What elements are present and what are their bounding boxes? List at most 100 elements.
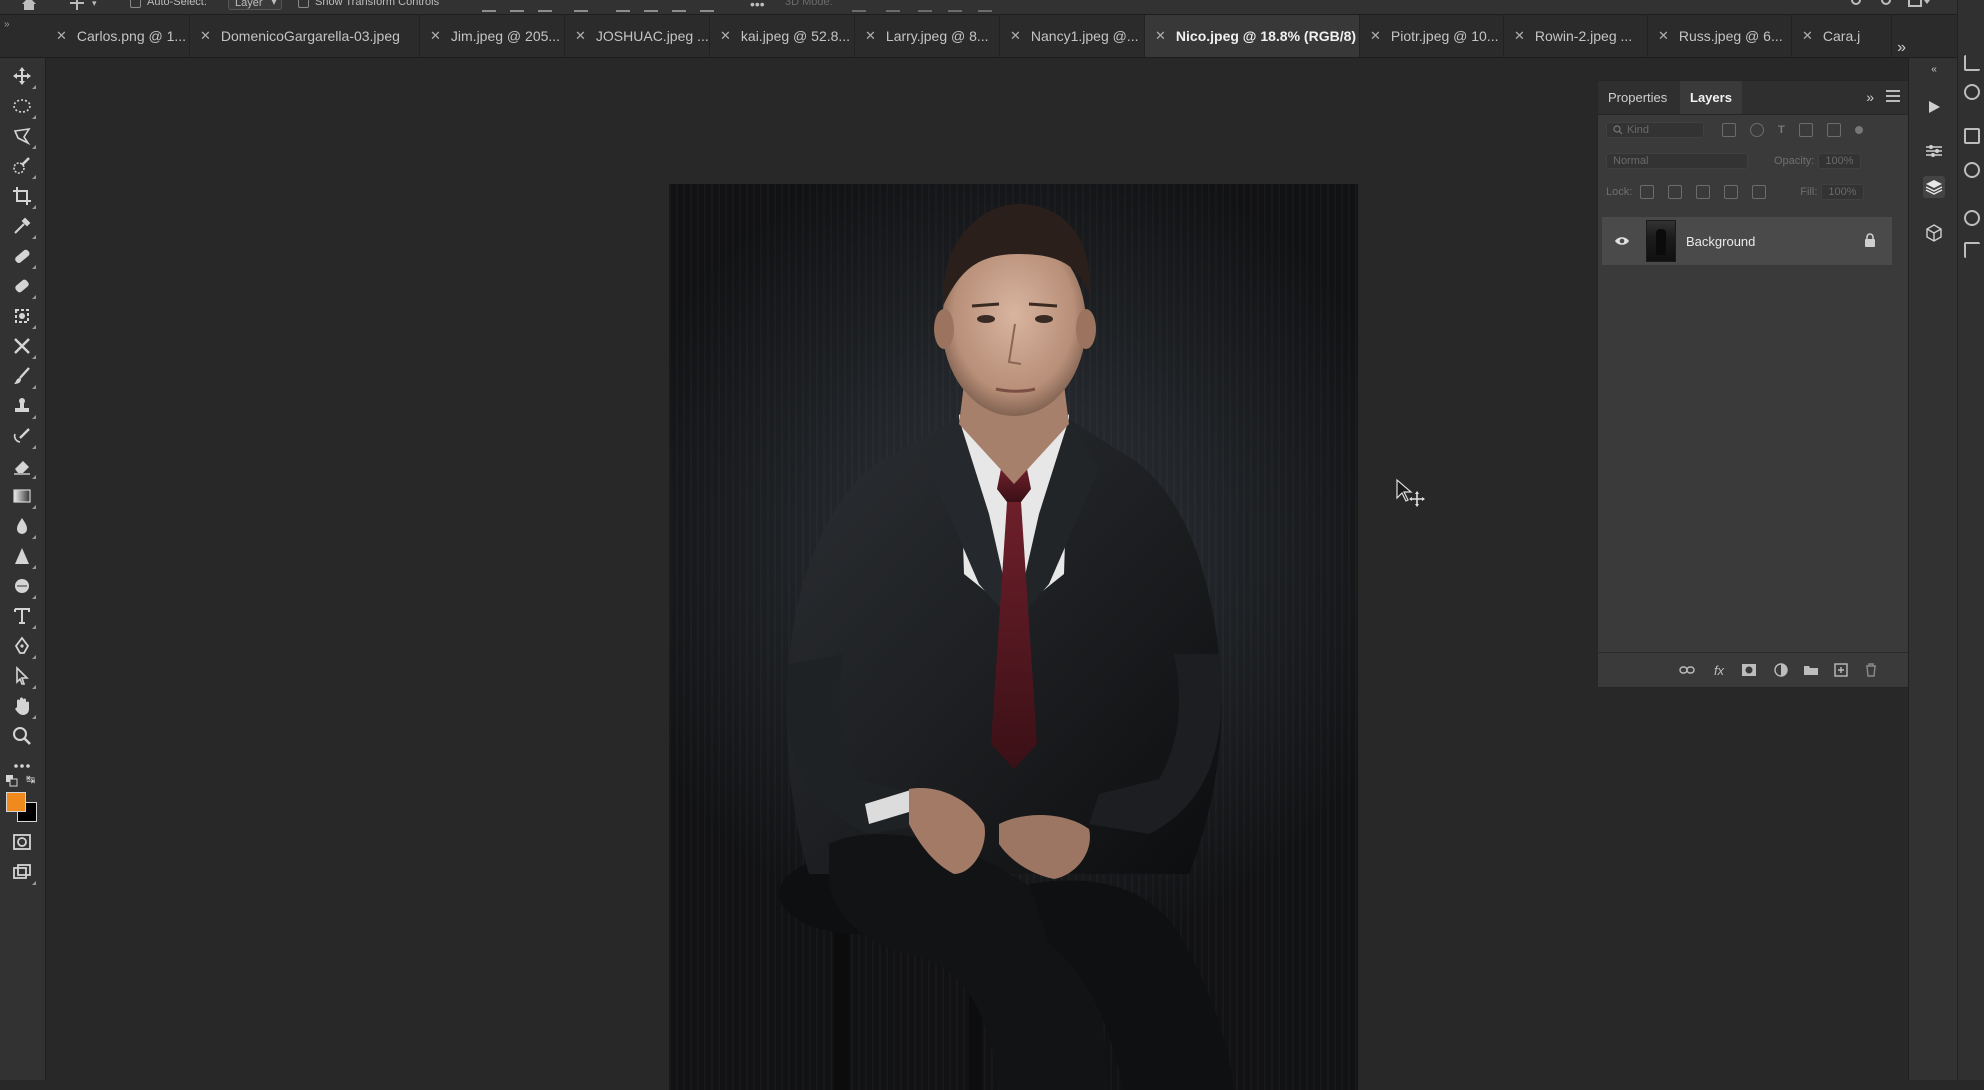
move-tool-icon[interactable] xyxy=(10,64,36,89)
document-tab[interactable]: ✕ Carlos.png @ 1... xyxy=(46,15,190,57)
3d-panel-icon[interactable] xyxy=(1923,222,1945,244)
document-tab[interactable]: ✕ Nico.jpeg @ 18.8% (RGB/8) xyxy=(1145,15,1360,57)
document-tab[interactable]: ✕ Larry.jpeg @ 8... xyxy=(855,15,1000,57)
close-tab-icon[interactable]: ✕ xyxy=(1370,28,1381,44)
patch-tool-icon[interactable] xyxy=(10,274,36,299)
adjustments-panel-icon[interactable] xyxy=(1923,140,1945,162)
dodge-tool-icon[interactable] xyxy=(10,574,36,599)
pen-tool-icon[interactable] xyxy=(10,634,36,659)
document-tab[interactable]: ✕ Russ.jpeg @ 6... xyxy=(1648,15,1792,57)
3d-scale-icon[interactable] xyxy=(978,0,992,12)
visibility-eye-icon[interactable] xyxy=(1614,233,1630,249)
close-tab-icon[interactable]: ✕ xyxy=(720,28,731,44)
document-tab[interactable]: ✕ Nancy1.jpeg @... xyxy=(1000,15,1145,57)
distribute-center-icon[interactable] xyxy=(644,0,658,12)
3d-slide-icon[interactable] xyxy=(948,0,962,12)
close-tab-icon[interactable]: ✕ xyxy=(1155,28,1166,44)
close-tab-icon[interactable]: ✕ xyxy=(1802,28,1813,44)
document-tab[interactable]: ✕ Cara.j xyxy=(1792,15,1892,57)
layers-panel-icon[interactable] xyxy=(1923,176,1945,198)
brush-tool-icon[interactable] xyxy=(10,364,36,389)
lock-transparent-icon[interactable] xyxy=(1640,185,1655,199)
fill-input[interactable]: 100% xyxy=(1821,184,1864,200)
eyedropper-tool-icon[interactable] xyxy=(10,214,36,239)
content-aware-tool-icon[interactable] xyxy=(10,304,36,329)
clone-stamp-tool-icon[interactable] xyxy=(10,394,36,419)
document-tab[interactable]: ✕ JOSHUAC.jpeg ... xyxy=(565,15,710,57)
filter-pixel-icon[interactable] xyxy=(1722,123,1736,137)
dock-collapse-icon[interactable]: « xyxy=(1923,58,1945,80)
document-tab[interactable]: ✕ Jim.jpeg @ 205... xyxy=(420,15,565,57)
workspace-icon[interactable] xyxy=(1908,0,1930,8)
quick-selection-tool-icon[interactable] xyxy=(10,154,36,179)
foreground-color-swatch[interactable] xyxy=(6,792,26,812)
tab-properties[interactable]: Properties xyxy=(1598,81,1677,114)
gradient-tool-icon[interactable] xyxy=(10,484,36,509)
close-tab-icon[interactable]: ✕ xyxy=(865,28,876,44)
align-left-icon[interactable] xyxy=(482,0,496,12)
layer-name[interactable]: Background xyxy=(1686,234,1755,249)
filter-kind-dropdown[interactable]: Kind xyxy=(1606,122,1704,138)
distribute-right-icon[interactable] xyxy=(672,0,686,12)
paths-panel-icon[interactable] xyxy=(1964,242,1980,258)
histogram-panel-icon[interactable] xyxy=(1964,55,1980,71)
distribute-left-icon[interactable] xyxy=(616,0,630,12)
document-tab[interactable]: ✕ Rowin-2.jpeg ... xyxy=(1504,15,1648,57)
close-tab-icon[interactable]: ✕ xyxy=(430,28,441,44)
close-tab-icon[interactable]: ✕ xyxy=(1010,28,1021,44)
link-layers-icon[interactable] xyxy=(1678,661,1696,679)
lock-all-icon[interactable] xyxy=(1752,185,1767,199)
properties-panel-icon[interactable] xyxy=(1964,128,1980,144)
marquee-tool-icon[interactable] xyxy=(10,94,36,119)
type-tool-icon[interactable] xyxy=(10,604,36,629)
filter-shape-icon[interactable] xyxy=(1798,123,1813,137)
home-icon[interactable] xyxy=(20,0,38,10)
screen-mode-icon[interactable] xyxy=(10,860,36,885)
sharpen-tool-icon[interactable] xyxy=(10,544,36,569)
history-brush-tool-icon[interactable] xyxy=(10,424,36,449)
share-icon[interactable] xyxy=(1848,0,1864,8)
align-right-icon[interactable] xyxy=(538,0,552,12)
3d-orbit-icon[interactable] xyxy=(852,0,866,12)
more-options-icon[interactable]: ••• xyxy=(750,0,765,12)
hand-tool-icon[interactable] xyxy=(10,694,36,719)
close-tab-icon[interactable]: ✕ xyxy=(1514,28,1525,44)
opacity-input[interactable]: 100% xyxy=(1818,153,1861,169)
close-tab-icon[interactable]: ✕ xyxy=(575,28,586,44)
quick-mask-icon[interactable] xyxy=(10,830,34,854)
move-tool-preset[interactable]: ▾ xyxy=(68,0,97,10)
more-tabs-icon[interactable]: » xyxy=(1897,39,1906,57)
crop-tool-icon[interactable] xyxy=(10,184,36,209)
swatches-panel-icon[interactable] xyxy=(1964,210,1980,226)
auto-select-dropdown[interactable]: Layer xyxy=(228,0,282,10)
actions-play-icon[interactable] xyxy=(1923,96,1945,118)
fx-icon[interactable]: fx xyxy=(1710,661,1728,679)
add-mask-icon[interactable] xyxy=(1740,661,1758,679)
layer-item-background[interactable]: Background xyxy=(1602,217,1892,265)
distribute-spacing-icon[interactable] xyxy=(700,0,714,12)
document-tab[interactable]: ✕ Piotr.jpeg @ 10... xyxy=(1360,15,1504,57)
transform-cross-tool-icon[interactable] xyxy=(10,334,36,359)
panel-collapse-icon[interactable]: » xyxy=(1866,89,1874,105)
document-tab[interactable]: ✕ kai.jpeg @ 52.8... xyxy=(710,15,855,57)
lock-image-icon[interactable] xyxy=(1668,185,1683,199)
color-panel-icon[interactable] xyxy=(1964,162,1980,178)
eraser-tool-icon[interactable] xyxy=(10,454,36,479)
3d-roll-icon[interactable] xyxy=(886,0,900,12)
collapse-toolbar-icon[interactable]: » xyxy=(4,19,10,30)
lock-icon[interactable] xyxy=(1864,233,1876,247)
delete-layer-icon[interactable] xyxy=(1862,661,1880,679)
navigator-panel-icon[interactable] xyxy=(1964,84,1980,100)
path-selection-tool-icon[interactable] xyxy=(10,664,36,689)
lock-position-icon[interactable] xyxy=(1696,185,1711,199)
close-tab-icon[interactable]: ✕ xyxy=(56,28,67,44)
3d-drag-icon[interactable] xyxy=(918,0,932,12)
new-group-icon[interactable] xyxy=(1802,661,1820,679)
swap-colors-icon[interactable]: ↹ xyxy=(26,773,35,786)
close-tab-icon[interactable]: ✕ xyxy=(200,28,211,44)
panel-menu-icon[interactable] xyxy=(1886,90,1900,102)
tab-layers[interactable]: Layers xyxy=(1680,81,1742,114)
filter-adjustment-icon[interactable] xyxy=(1750,123,1764,137)
filter-toggle-icon[interactable] xyxy=(1854,126,1863,134)
blur-tool-icon[interactable] xyxy=(10,514,36,539)
